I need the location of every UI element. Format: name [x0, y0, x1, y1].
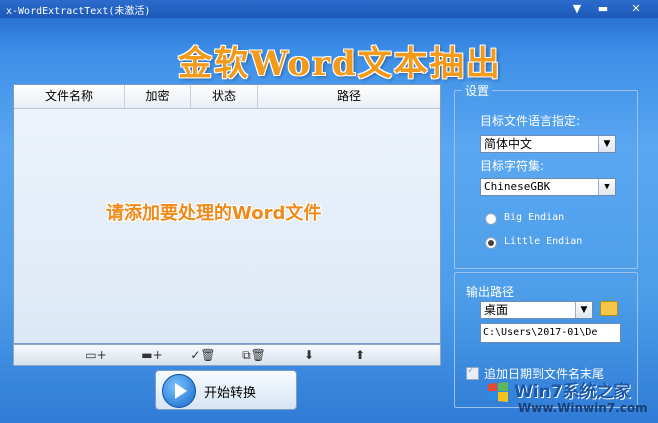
column-encrypted[interactable]: 加密 [125, 85, 191, 108]
charset-select[interactable]: ChineseGBK ▼ [480, 178, 616, 196]
menu-dropdown-icon[interactable]: ▼ [566, 1, 588, 16]
target-lang-select[interactable]: 简体中文 ▼ [480, 135, 616, 153]
chevron-down-icon: ▼ [598, 179, 615, 195]
watermark-brand: Win7系统之家 [514, 382, 631, 402]
file-toolbar: ▭+ ▬+ ✓🗑 ⧉🗑 ⬇ ⬆ [13, 344, 441, 366]
column-file-name[interactable]: 文件名称 [14, 85, 125, 108]
move-down-button[interactable]: ⬇ [298, 345, 320, 365]
chevron-down-icon: ▼ [598, 136, 615, 152]
play-icon [162, 374, 196, 408]
windows-logo-icon [488, 382, 508, 402]
big-endian-radio[interactable] [485, 213, 497, 225]
output-path-label: 输出路径 [466, 285, 515, 299]
start-convert-button[interactable]: 开始转换 [155, 370, 297, 410]
banner-title: 金软Word文本抽出 [178, 44, 502, 84]
folder-browse-icon[interactable] [600, 301, 618, 316]
add-file-button[interactable]: ▭+ [80, 345, 112, 365]
column-status[interactable]: 状态 [191, 85, 258, 108]
window-title: x-WordExtractText(未激活) [6, 6, 151, 17]
watermark-url: Www.Winwin7.com [518, 401, 648, 415]
app-window: x-WordExtractText(未激活) ▼ ▬ ✕ 金软Word文本抽出 … [0, 0, 658, 423]
charset-label: 目标字符集: [480, 159, 545, 173]
chevron-down-icon: ▼ [575, 302, 592, 318]
charset-value: ChineseGBK [484, 180, 551, 193]
target-lang-value: 简体中文 [484, 137, 533, 151]
file-list[interactable]: 文件名称 加密 状态 路径 请添加要处理的Word文件 [13, 84, 441, 344]
add-folder-button[interactable]: ▬+ [136, 345, 168, 365]
close-button[interactable]: ✕ [625, 1, 647, 16]
title-bar: x-WordExtractText(未激活) ▼ ▬ ✕ [0, 0, 658, 18]
target-lang-label: 目标文件语言指定: [480, 114, 581, 128]
remove-all-button[interactable]: ⧉🗑 [237, 345, 271, 365]
big-endian-label: Big Endian [504, 212, 565, 223]
output-path-input[interactable]: C:\Users\2017-01\De [480, 323, 621, 343]
start-convert-label: 开始转换 [204, 386, 257, 401]
append-date-checkbox[interactable] [466, 365, 479, 380]
remove-checked-button[interactable]: ✓🗑 [186, 345, 220, 365]
little-endian-label: Little Endian [504, 236, 583, 247]
column-path[interactable]: 路径 [258, 85, 440, 108]
minimize-button[interactable]: ▬ [592, 1, 614, 16]
empty-list-hint: 请添加要处理的Word文件 [106, 203, 322, 224]
move-up-button[interactable]: ⬆ [349, 345, 371, 365]
settings-group-title: 设置 [462, 82, 493, 99]
file-list-header: 文件名称 加密 状态 路径 [14, 85, 440, 109]
little-endian-radio[interactable] [485, 237, 497, 249]
output-dest-select[interactable]: 桌面 ▼ [480, 301, 593, 319]
output-dest-value: 桌面 [484, 303, 509, 317]
